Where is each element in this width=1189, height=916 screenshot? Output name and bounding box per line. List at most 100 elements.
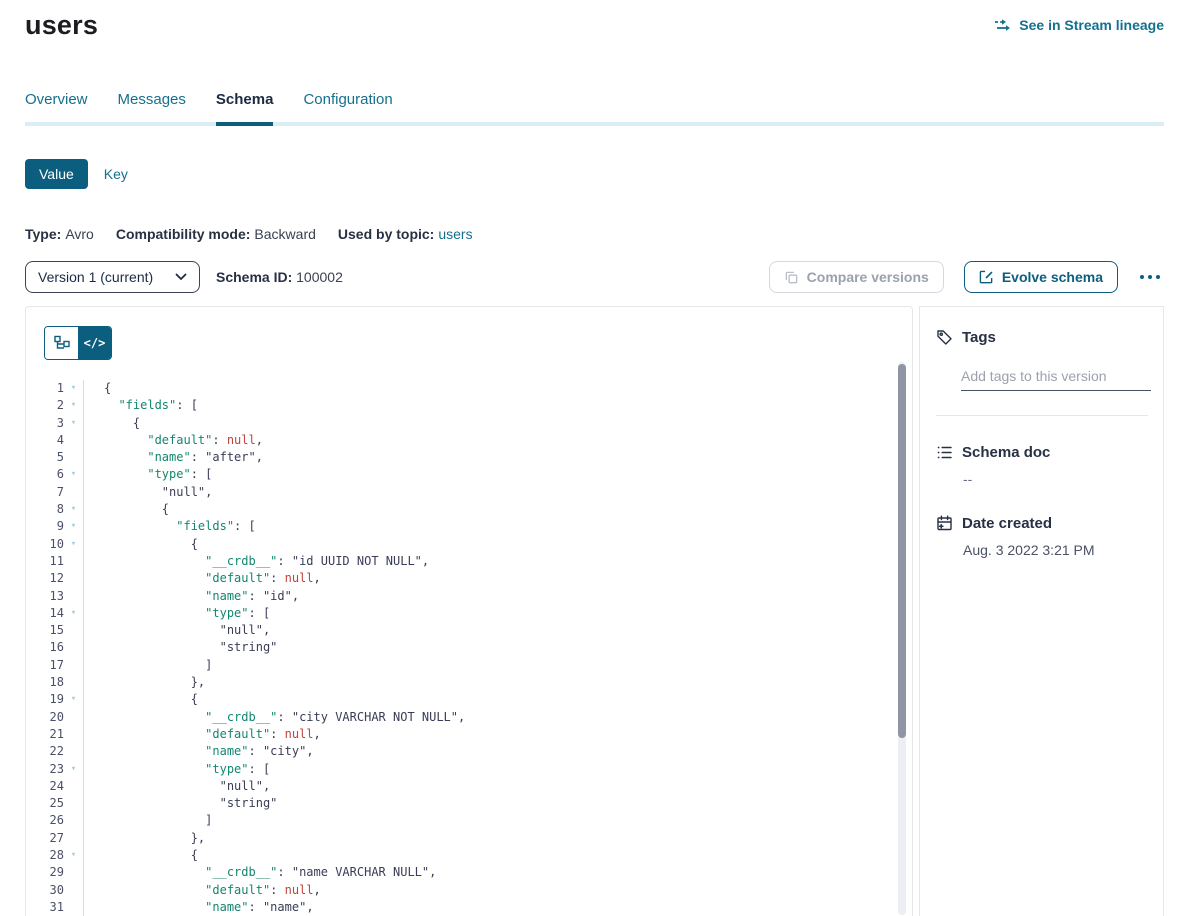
line-number: 30 — [26, 882, 64, 899]
fold-gutter — [64, 674, 83, 691]
fold-arrow-icon[interactable]: ▾ — [64, 605, 83, 622]
evolve-schema-button[interactable]: Evolve schema — [964, 261, 1118, 293]
code-line: 23▾ "type": [ — [26, 761, 912, 778]
meta-compatibility-value: Backward — [254, 226, 315, 242]
fold-gutter — [64, 778, 83, 795]
topic-link[interactable]: users — [438, 226, 472, 242]
line-number: 23 — [26, 761, 64, 778]
add-tags-input[interactable] — [961, 366, 1151, 391]
schema-id-label: Schema ID: — [216, 269, 292, 285]
version-select-value: Version 1 (current) — [38, 269, 153, 285]
value-toggle-button[interactable]: Value — [25, 159, 88, 189]
line-number: 11 — [26, 553, 64, 570]
line-number: 8 — [26, 501, 64, 518]
sidebar-divider — [936, 415, 1148, 416]
code-text: ] — [83, 657, 912, 674]
fold-gutter — [64, 795, 83, 812]
code-line: 30 "default": null, — [26, 882, 912, 899]
line-number: 5 — [26, 449, 64, 466]
code-line: 29 "__crdb__": "name VARCHAR NULL", — [26, 864, 912, 881]
code-text: { — [83, 536, 912, 553]
tab-overview[interactable]: Overview — [25, 91, 88, 122]
more-options-button[interactable] — [1136, 267, 1164, 287]
editor-scrollbar-thumb[interactable] — [898, 364, 906, 738]
tab-messages[interactable]: Messages — [118, 91, 186, 122]
fold-arrow-icon[interactable]: ▾ — [64, 761, 83, 778]
code-line: 10▾ { — [26, 536, 912, 553]
line-number: 7 — [26, 484, 64, 501]
code-line: 14▾ "type": [ — [26, 605, 912, 622]
tab-underline-track — [25, 122, 1164, 126]
line-number: 17 — [26, 657, 64, 674]
schema-doc-header: Schema doc — [936, 444, 1148, 461]
fold-arrow-icon[interactable]: ▾ — [64, 691, 83, 708]
fold-arrow-icon[interactable]: ▾ — [64, 518, 83, 535]
tab-schema[interactable]: Schema — [216, 91, 274, 122]
line-number: 29 — [26, 864, 64, 881]
fold-gutter — [64, 812, 83, 829]
fold-gutter — [64, 588, 83, 605]
code-line: 9▾ "fields": [ — [26, 518, 912, 535]
key-toggle-button[interactable]: Key — [104, 166, 128, 182]
code-line: 31 "name": "name", — [26, 899, 912, 916]
compare-icon — [784, 270, 799, 285]
tab-bar: Overview Messages Schema Configuration — [0, 91, 1189, 122]
calendar-icon — [936, 515, 953, 532]
fold-arrow-icon[interactable]: ▾ — [64, 415, 83, 432]
schema-id: Schema ID: 100002 — [216, 269, 343, 285]
fold-arrow-icon[interactable]: ▾ — [64, 397, 83, 414]
code-text: { — [83, 501, 912, 518]
fold-gutter — [64, 899, 83, 916]
schema-meta: Type:Avro Compatibility mode:Backward Us… — [0, 226, 1189, 242]
code-text: ] — [83, 812, 912, 829]
code-text: "default": null, — [83, 432, 912, 449]
code-text: { — [83, 691, 912, 708]
meta-topic-label: Used by topic: — [338, 226, 434, 242]
stream-lineage-link[interactable]: See in Stream lineage — [994, 17, 1164, 33]
code-line: 18 }, — [26, 674, 912, 691]
code-line: 15 "null", — [26, 622, 912, 639]
details-sidebar: Tags Schema do — [919, 306, 1164, 916]
code-view-icon: </> — [84, 336, 106, 350]
schema-doc-title: Schema doc — [962, 444, 1050, 461]
line-number: 15 — [26, 622, 64, 639]
editor-scrollbar-track[interactable] — [898, 362, 906, 915]
code-line: 6▾ "type": [ — [26, 466, 912, 483]
meta-type-label: Type: — [25, 226, 61, 242]
code-line: 19▾ { — [26, 691, 912, 708]
code-text: "type": [ — [83, 605, 912, 622]
code-line: 22 "name": "city", — [26, 743, 912, 760]
code-view-button[interactable]: </> — [78, 327, 111, 359]
fold-gutter — [64, 432, 83, 449]
version-select[interactable]: Version 1 (current) — [25, 261, 200, 293]
fold-arrow-icon[interactable]: ▾ — [64, 501, 83, 518]
code-line: 2▾ "fields": [ — [26, 397, 912, 414]
date-created-header: Date created — [936, 515, 1148, 532]
line-number: 6 — [26, 466, 64, 483]
code-line: 5 "name": "after", — [26, 449, 912, 466]
fold-gutter — [64, 553, 83, 570]
tab-configuration[interactable]: Configuration — [303, 91, 392, 122]
fold-arrow-icon[interactable]: ▾ — [64, 466, 83, 483]
fold-gutter — [64, 639, 83, 656]
fold-arrow-icon[interactable]: ▾ — [64, 380, 83, 397]
fold-gutter — [64, 709, 83, 726]
fold-arrow-icon[interactable]: ▾ — [64, 847, 83, 864]
code-line: 25 "string" — [26, 795, 912, 812]
tags-title: Tags — [962, 329, 996, 346]
code-text: { — [83, 380, 912, 397]
fold-gutter — [64, 864, 83, 881]
meta-type-value: Avro — [65, 226, 94, 242]
code-line: 11 "__crdb__": "id UUID NOT NULL", — [26, 553, 912, 570]
code-text: "fields": [ — [83, 518, 912, 535]
code-text: "string" — [83, 639, 912, 656]
code-line: 7 "null", — [26, 484, 912, 501]
code-text: { — [83, 847, 912, 864]
code-line: 12 "default": null, — [26, 570, 912, 587]
line-number: 25 — [26, 795, 64, 812]
tree-view-button[interactable] — [45, 327, 78, 359]
compare-versions-button[interactable]: Compare versions — [769, 261, 944, 293]
line-number: 12 — [26, 570, 64, 587]
fold-arrow-icon[interactable]: ▾ — [64, 536, 83, 553]
code-line: 8▾ { — [26, 501, 912, 518]
